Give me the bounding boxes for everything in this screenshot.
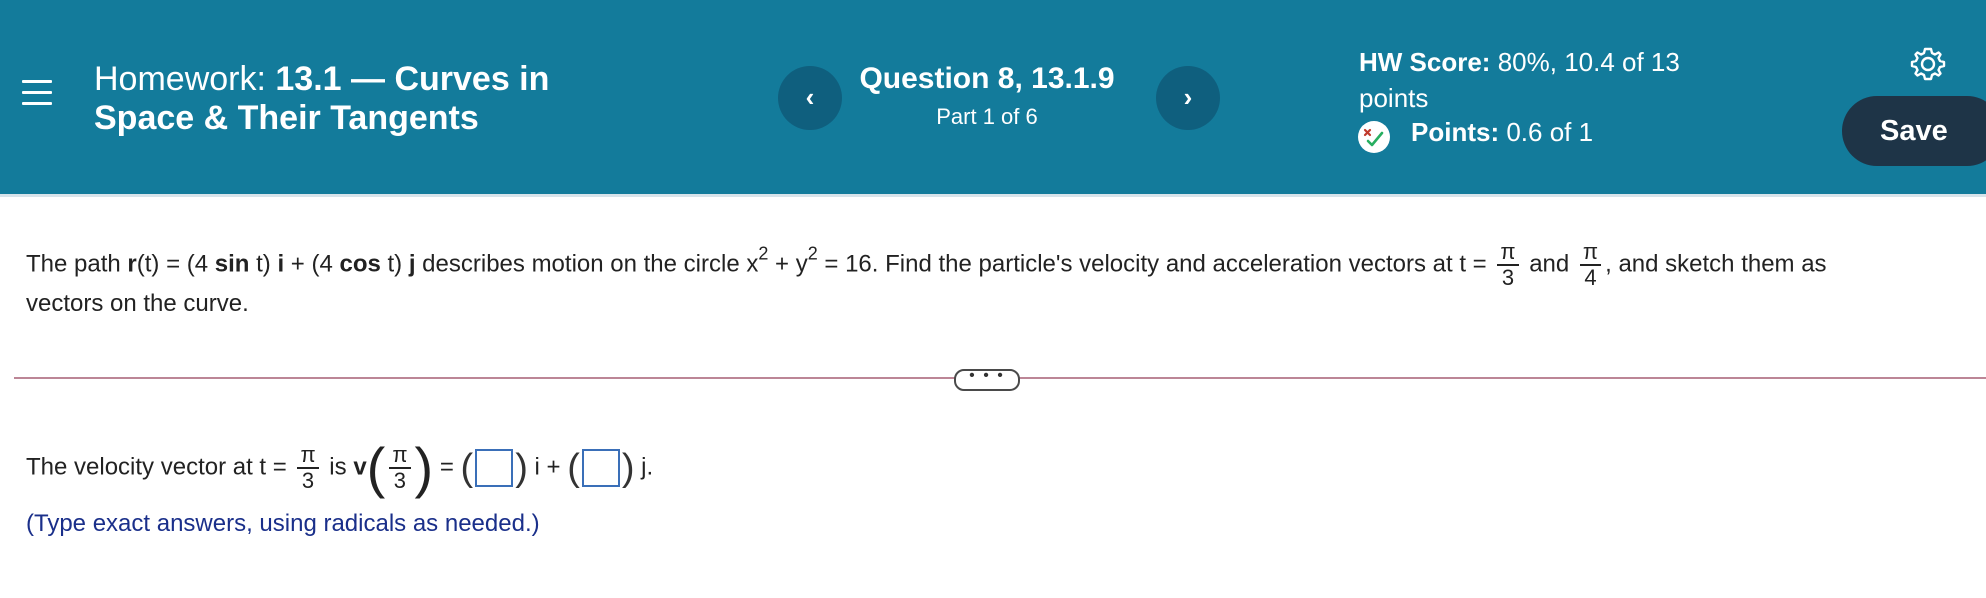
fraction-denominator: 4 (1584, 265, 1597, 290)
fraction-numerator: π (297, 443, 319, 469)
problem-text: , and sketch them as (1605, 250, 1827, 278)
header-bar: Homework: 13.1 — Curves in Space & Their… (0, 0, 1986, 194)
left-paren: ( (567, 447, 580, 489)
problem-line2: vectors on the curve. (26, 290, 249, 317)
hw-score: HW Score: 80%, 10.4 of 13 points (1359, 44, 1680, 116)
header-divider (0, 194, 1986, 197)
fraction-pi-3: π3 (1497, 240, 1519, 290)
problem-statement: The path r(t) = (4 sin t) i + (4 cos t) … (26, 240, 1827, 290)
problem-text: and (1522, 250, 1576, 278)
gear-icon[interactable] (1910, 46, 1946, 82)
problem-text: The path (26, 250, 128, 278)
left-paren: ( (460, 447, 474, 489)
hamburger-icon[interactable] (22, 80, 52, 110)
fraction-denominator: 3 (301, 468, 315, 493)
hw-score-value: 80%, 10.4 of 13 (1497, 47, 1680, 77)
hw-score-label: HW Score: (1359, 47, 1491, 77)
question-part: Part 1 of 6 (936, 104, 1038, 129)
points: Points: 0.6 of 1 (1411, 117, 1593, 148)
expand-button[interactable]: • • • (954, 368, 1020, 391)
problem-r: r (127, 250, 137, 278)
title-line1: 13.1 — Curves in (275, 60, 550, 98)
right-paren: ) (621, 447, 635, 489)
problem-sin: sin (214, 250, 250, 278)
right-paren: ) (515, 447, 528, 489)
right-paren: ) (414, 436, 434, 499)
chevron-left-icon: ‹ (805, 82, 815, 112)
fraction-pi-3: π3 (389, 443, 411, 493)
hw-score-points: points (1359, 83, 1429, 113)
title-line2: Space & Their Tangents (94, 99, 479, 137)
fraction-denominator: 3 (1501, 265, 1515, 290)
problem-text: = 16. Find the particle's velocity and a… (817, 250, 1494, 278)
velocity-question: The velocity vector at t = π3 is v(π 3) =… (26, 440, 653, 496)
answer-text: = (433, 453, 461, 481)
chevron-right-icon: › (1183, 82, 1193, 112)
velocity-v: v (353, 453, 367, 481)
fraction-pi-4: π4 (1579, 240, 1602, 290)
fraction-numerator: π (1579, 240, 1602, 266)
answer-hint: (Type exact answers, using radicals as n… (26, 510, 540, 537)
points-value: 0.6 of 1 (1506, 117, 1594, 147)
points-status-icon (1358, 121, 1390, 153)
exponent: 2 (807, 243, 818, 264)
points-label: Points: (1411, 117, 1500, 147)
problem-text: + (4 (284, 250, 340, 278)
question-title: Question 8, 13.1.9 (859, 62, 1115, 95)
problem-cos: cos (339, 250, 381, 278)
left-paren: ( (366, 436, 386, 499)
answer-input-i[interactable] (475, 449, 514, 487)
fraction-pi-3: π3 (297, 443, 319, 493)
title-prefix: Homework: (94, 60, 266, 98)
problem-text: + y (768, 250, 808, 278)
next-question-button[interactable]: › (1156, 66, 1220, 130)
exponent: 2 (758, 243, 769, 264)
previous-question-button[interactable]: ‹ (778, 66, 842, 130)
fraction-numerator: π (389, 443, 411, 469)
problem-text: (t) = (4 (136, 250, 215, 278)
answer-text: is (322, 453, 354, 481)
answer-text: i + (527, 453, 568, 481)
fraction-denominator: 3 (393, 468, 407, 493)
answer-text: The velocity vector at t = (26, 453, 294, 481)
answer-text: j. (634, 453, 654, 481)
save-button[interactable]: Save (1842, 96, 1986, 166)
problem-text: describes motion on the circle x (415, 250, 759, 278)
problem-text: t) (249, 250, 278, 278)
problem-j: j (408, 250, 416, 278)
homework-title: Homework: 13.1 — Curves in Space & Their… (94, 60, 549, 138)
problem-text: t) (380, 250, 409, 278)
answer-input-j[interactable] (581, 449, 620, 487)
fraction-numerator: π (1497, 240, 1519, 266)
